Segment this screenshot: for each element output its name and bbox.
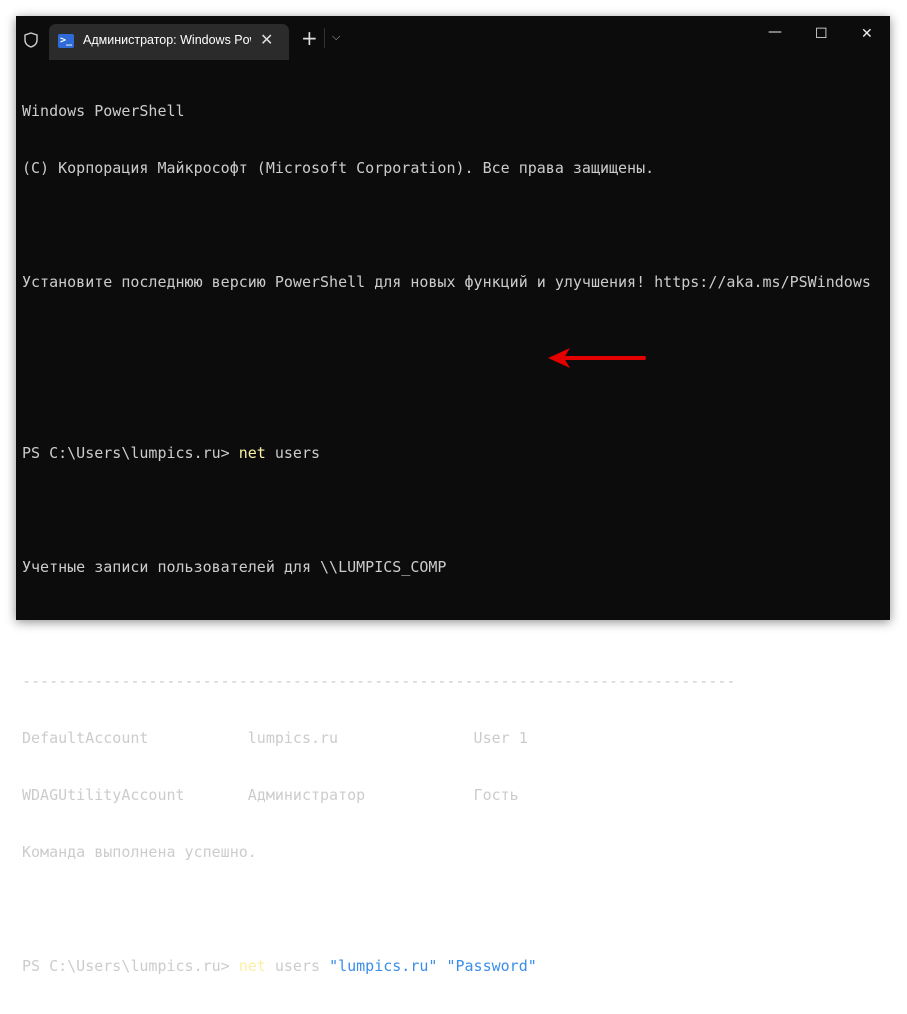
maximize-button[interactable]: ☐ [815,26,828,42]
text-cursor [536,957,538,974]
command-args: users [265,957,330,975]
separator-line: ----------------------------------------… [22,672,736,690]
tab-title: Администратор: Windows PowerShell [83,33,251,47]
powershell-window: >_ Администратор: Windows PowerShell ✕ +… [16,16,890,975]
minimize-button[interactable]: — [768,24,782,40]
output-line: Windows PowerShell [22,102,185,120]
output-line: Учетные записи пользователей для \\LUMPI… [22,558,447,576]
prompt: PS C:\Users\lumpics.ru> [22,444,239,462]
command-line-1: PS C:\Users\lumpics.ru> net users [22,444,871,463]
tab-powershell[interactable]: >_ Администратор: Windows PowerShell ✕ [49,24,289,60]
password-arg: "Password" [446,957,537,975]
terminal-output[interactable]: Windows PowerShell (C) Корпорация Майкро… [22,64,871,1014]
output-line: Установите последнюю версию PowerShell д… [22,273,871,291]
prompt: PS C:\Users\lumpics.ru> [22,957,239,975]
command-line-2[interactable]: PS C:\Users\lumpics.ru> net users "lumpi… [22,957,871,976]
command-name: net [238,957,266,975]
users-row: DefaultAccount lumpics.ru User 1 [22,729,528,747]
red-arrow-annotation-icon [548,348,646,368]
close-tab-icon[interactable]: ✕ [260,30,273,49]
users-row: WDAGUtilityAccount Администратор Гость [22,786,519,804]
close-button[interactable]: ✕ [861,26,873,42]
username-arg: "lumpics.ru" [329,957,438,975]
command-name: net [238,444,266,462]
new-tab-button[interactable]: + [301,28,318,48]
powershell-icon: >_ [58,34,74,48]
shield-admin-icon [24,32,38,48]
command-args: users [265,444,321,462]
title-bar: >_ Администратор: Windows PowerShell ✕ +… [16,16,890,60]
divider [324,28,325,48]
chevron-down-icon[interactable]: ⌵ [332,30,340,44]
output-line: Команда выполнена успешно. [22,843,257,861]
output-line: (C) Корпорация Майкрософт (Microsoft Cor… [22,159,655,177]
